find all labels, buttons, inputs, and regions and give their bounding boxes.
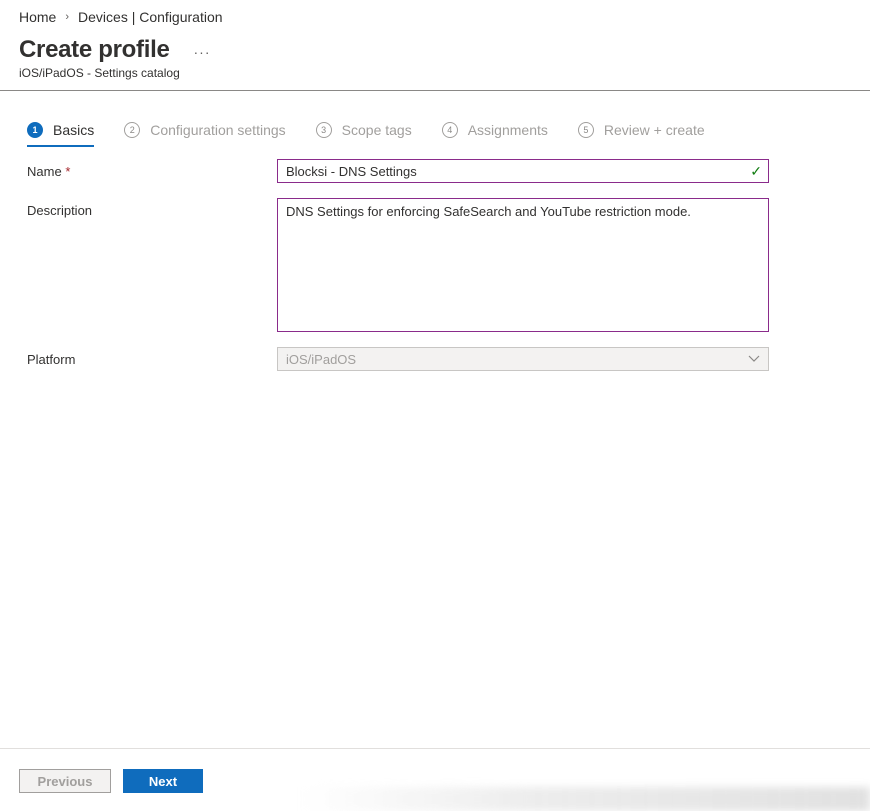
step-configuration-settings[interactable]: 2 Configuration settings [124,119,286,141]
name-label-text: Name [27,164,62,179]
platform-label: Platform [27,352,76,367]
chevron-down-icon [748,355,760,362]
next-button[interactable]: Next [123,769,203,793]
step-review-create[interactable]: 5 Review + create [577,119,705,141]
required-marker: * [65,164,71,179]
breadcrumb-devices-configuration[interactable]: Devices | Configuration [78,9,222,25]
previous-button[interactable]: Previous [19,769,111,793]
breadcrumb-home[interactable]: Home [19,9,56,25]
name-input[interactable]: Blocksi - DNS Settings ✓ [277,159,769,183]
name-label: Name * [27,164,70,179]
chevron-right-icon: › [65,11,70,23]
breadcrumb: Home › Devices | Configuration [19,9,223,25]
platform-dropdown[interactable]: iOS/iPadOS [277,347,769,371]
wizard-steps: 1 Basics 2 Configuration settings 3 Scop… [27,119,735,147]
more-options-icon[interactable]: ··· [194,44,211,60]
step-number: 2 [124,122,141,138]
step-label: Basics [53,122,95,138]
step-scope-tags[interactable]: 3 Scope tags [315,119,412,141]
step-label: Scope tags [341,122,412,138]
page-title: Create profile [19,36,170,63]
step-basics[interactable]: 1 Basics [27,119,95,147]
name-input-value: Blocksi - DNS Settings [286,164,417,179]
step-assignments[interactable]: 4 Assignments [441,119,548,141]
step-label: Configuration settings [150,122,286,138]
description-value: DNS Settings for enforcing SafeSearch an… [286,204,691,219]
step-label: Assignments [467,122,548,138]
step-number: 3 [315,122,332,138]
step-number: 1 [27,122,43,138]
title-row: Create profile ··· [19,36,211,64]
description-label: Description [27,203,93,218]
step-number: 4 [441,122,458,138]
page-subtitle: iOS/iPadOS - Settings catalog [19,66,180,80]
step-number: 5 [577,122,594,138]
footer-divider [0,748,870,749]
platform-value: iOS/iPadOS [286,352,357,367]
description-textarea[interactable]: DNS Settings for enforcing SafeSearch an… [277,198,769,332]
header-divider [0,90,870,91]
step-label: Review + create [603,122,705,138]
footer-shadow [300,787,870,811]
checkmark-icon: ✓ [750,163,762,179]
